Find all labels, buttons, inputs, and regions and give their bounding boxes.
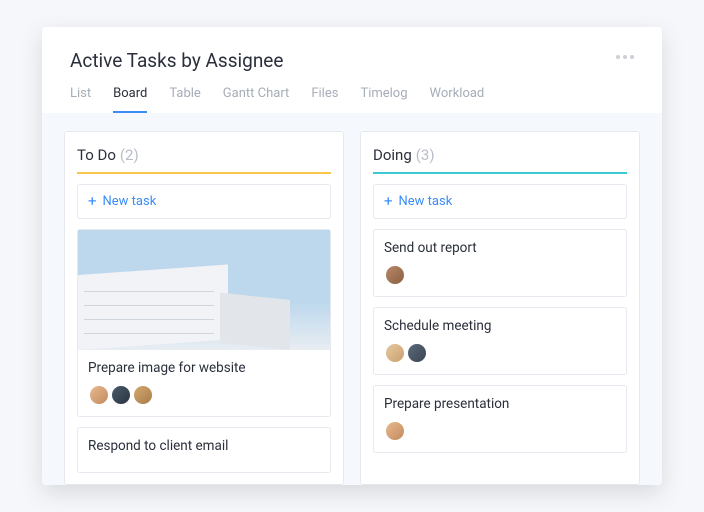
- tab-list[interactable]: List: [70, 86, 91, 113]
- task-card[interactable]: Respond to client email: [77, 427, 331, 473]
- avatar: [384, 342, 406, 364]
- new-task-button[interactable]: + New task: [373, 184, 627, 219]
- task-image: [78, 230, 330, 350]
- new-task-button[interactable]: + New task: [77, 184, 331, 219]
- task-title: Send out report: [384, 240, 616, 264]
- task-card[interactable]: Send out report: [373, 229, 627, 297]
- tab-files[interactable]: Files: [311, 86, 338, 113]
- board: To Do (2) + New task Prepare image for w…: [42, 113, 662, 485]
- task-avatars: [384, 342, 616, 364]
- column-accent: [373, 172, 627, 174]
- tab-timelog[interactable]: Timelog: [360, 86, 407, 113]
- tab-board[interactable]: Board: [113, 86, 147, 113]
- avatar: [88, 384, 110, 406]
- task-avatars: [78, 384, 330, 406]
- task-title: Prepare image for website: [78, 350, 330, 384]
- plus-icon: +: [88, 194, 97, 209]
- app-window: Active Tasks by Assignee List Board Tabl…: [42, 27, 662, 485]
- tab-gantt[interactable]: Gantt Chart: [223, 86, 290, 113]
- tab-table[interactable]: Table: [169, 86, 200, 113]
- page-title: Active Tasks by Assignee: [70, 49, 283, 72]
- avatar: [110, 384, 132, 406]
- plus-icon: +: [384, 194, 393, 209]
- task-card[interactable]: Prepare presentation: [373, 385, 627, 453]
- task-avatars: [384, 420, 616, 442]
- task-title: Schedule meeting: [384, 318, 616, 342]
- column-title: To Do: [77, 146, 116, 164]
- column-header: Doing (3): [373, 146, 627, 172]
- task-title: Prepare presentation: [384, 396, 616, 420]
- avatar: [384, 264, 406, 286]
- task-card[interactable]: Prepare image for website: [77, 229, 331, 417]
- more-icon[interactable]: [616, 49, 634, 59]
- avatar: [132, 384, 154, 406]
- view-tabs: List Board Table Gantt Chart Files Timel…: [42, 72, 662, 113]
- tab-workload[interactable]: Workload: [430, 86, 485, 113]
- column-header: To Do (2): [77, 146, 331, 172]
- avatar: [384, 420, 406, 442]
- new-task-label: New task: [103, 194, 157, 209]
- task-card[interactable]: Schedule meeting: [373, 307, 627, 375]
- column-doing: Doing (3) + New task Send out report Sch…: [360, 131, 640, 485]
- column-accent: [77, 172, 331, 174]
- new-task-label: New task: [399, 194, 453, 209]
- column-count: (3): [416, 146, 435, 164]
- column-title: Doing: [373, 146, 412, 164]
- column-count: (2): [120, 146, 139, 164]
- task-avatars: [384, 264, 616, 286]
- column-todo: To Do (2) + New task Prepare image for w…: [64, 131, 344, 485]
- header: Active Tasks by Assignee: [42, 27, 662, 72]
- avatar: [406, 342, 428, 364]
- task-title: Respond to client email: [88, 438, 320, 462]
